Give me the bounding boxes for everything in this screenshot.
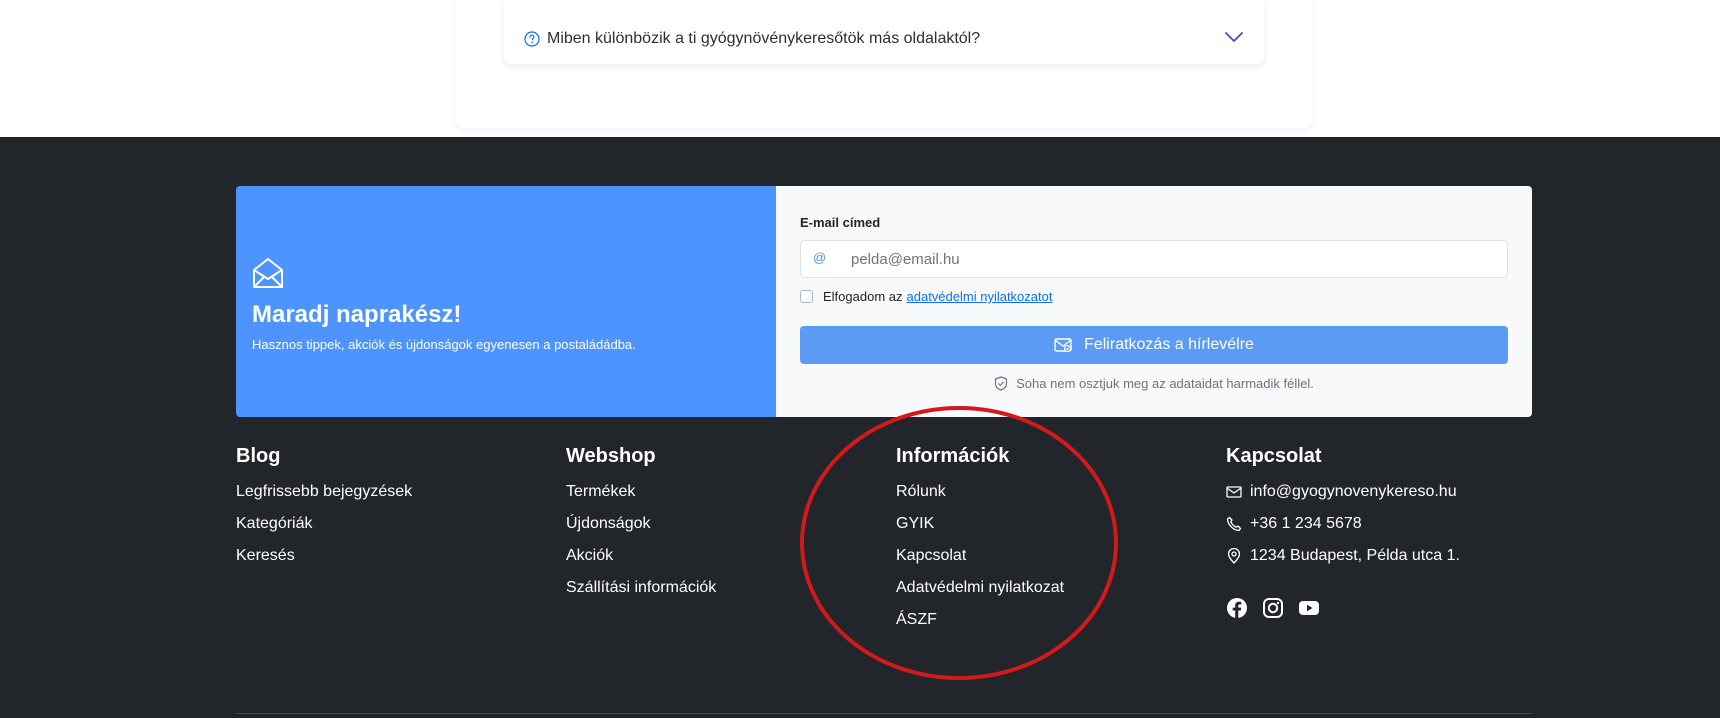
at-sign-icon: @ — [813, 250, 827, 265]
footer-link-terms[interactable]: ÁSZF — [896, 610, 1064, 642]
consent-checkbox[interactable] — [800, 290, 813, 303]
contact-email-text: info@gyogynovenykereso.hu — [1250, 483, 1457, 500]
footer-heading-info: Információk — [896, 445, 1010, 467]
phone-icon — [1226, 516, 1242, 532]
footer-heading-webshop: Webshop — [566, 445, 656, 467]
footer-link-new-arrivals[interactable]: Újdonságok — [566, 514, 716, 546]
shield-check-icon — [995, 376, 1008, 391]
footer-link-shipping-info[interactable]: Szállítási információk — [566, 578, 716, 610]
email-field-label: E-mail címed — [800, 215, 881, 230]
youtube-icon[interactable] — [1298, 597, 1320, 619]
footer-link-sales[interactable]: Akciók — [566, 546, 716, 578]
page-content-area: Miben különbözik a ti gyógynövénykeresőt… — [0, 0, 1720, 137]
footer-heading-blog: Blog — [236, 445, 281, 467]
newsletter-form: E-mail címed @ Elfogadom az adatvédelmi … — [776, 186, 1532, 417]
footer-column-webshop: Webshop Termékek Újdonságok Akciók Száll… — [566, 444, 716, 610]
contact-phone[interactable]: +36 1 234 5678 — [1226, 514, 1460, 546]
newsletter-intro: Maradj naprakész! Hasznos tippek, akciók… — [236, 186, 776, 417]
privacy-note: Soha nem osztjuk meg az adataidat harmad… — [776, 376, 1532, 391]
chevron-down-icon[interactable] — [1224, 30, 1244, 44]
site-footer: Maradj naprakész! Hasznos tippek, akciók… — [0, 137, 1720, 718]
privacy-policy-link[interactable]: adatvédelmi nyilatkozatot — [907, 289, 1053, 304]
contact-email[interactable]: info@gyogynovenykereso.hu — [1226, 482, 1460, 514]
footer-link-contact[interactable]: Kapcsolat — [896, 546, 1064, 578]
email-field[interactable] — [851, 245, 1491, 273]
envelope-check-icon — [1054, 338, 1072, 352]
footer-link-products[interactable]: Termékek — [566, 482, 716, 514]
contact-address: 1234 Budapest, Példa utca 1. — [1226, 546, 1460, 578]
faq-question-text: Miben különbözik a ti gyógynövénykeresőt… — [547, 30, 981, 47]
newsletter-subtitle: Hasznos tippek, akciók és újdonságok egy… — [252, 337, 636, 352]
footer-heading-contact: Kapcsolat — [1226, 445, 1322, 467]
contact-address-text: 1234 Budapest, Példa utca 1. — [1250, 547, 1460, 564]
instagram-icon[interactable] — [1262, 597, 1284, 619]
subscribe-button-label: Feliratkozás a hírlevélre — [1084, 336, 1254, 353]
consent-label: Elfogadom az — [823, 289, 903, 304]
newsletter-title: Maradj naprakész! — [252, 301, 462, 328]
footer-link-privacy[interactable]: Adatvédelmi nyilatkozat — [896, 578, 1064, 610]
newsletter-section: Maradj naprakész! Hasznos tippek, akciók… — [236, 186, 1532, 417]
footer-column-info: Információk Rólunk GYIK Kapcsolat Adatvé… — [896, 444, 1064, 642]
map-pin-icon — [1226, 547, 1242, 564]
footer-link-latest-posts[interactable]: Legfrissebb bejegyzések — [236, 482, 412, 514]
footer-link-categories[interactable]: Kategóriák — [236, 514, 412, 546]
question-circle-icon — [524, 31, 540, 47]
contact-phone-text: +36 1 234 5678 — [1250, 515, 1362, 532]
footer-link-search[interactable]: Keresés — [236, 546, 412, 578]
footer-link-about[interactable]: Rólunk — [896, 482, 1064, 514]
footer-divider — [236, 713, 1532, 714]
faq-accordion-item[interactable]: Miben különbözik a ti gyógynövénykeresőt… — [504, 0, 1264, 64]
consent-row: Elfogadom az adatvédelmi nyilatkozatot — [800, 289, 1052, 304]
subscribe-button[interactable]: Feliratkozás a hírlevélre — [800, 326, 1508, 364]
footer-column-blog: Blog Legfrissebb bejegyzések Kategóriák … — [236, 444, 412, 578]
footer-column-contact: Kapcsolat info@gyogynovenykereso.hu +36 — [1226, 444, 1460, 618]
envelope-icon — [1226, 484, 1242, 500]
privacy-note-text: Soha nem osztjuk meg az adataidat harmad… — [1016, 376, 1314, 391]
envelope-open-icon — [251, 256, 285, 290]
social-links — [1226, 597, 1334, 619]
footer-link-faq[interactable]: GYIK — [896, 514, 1064, 546]
facebook-icon[interactable] — [1226, 597, 1248, 619]
email-field-wrapper: @ — [800, 240, 1508, 278]
